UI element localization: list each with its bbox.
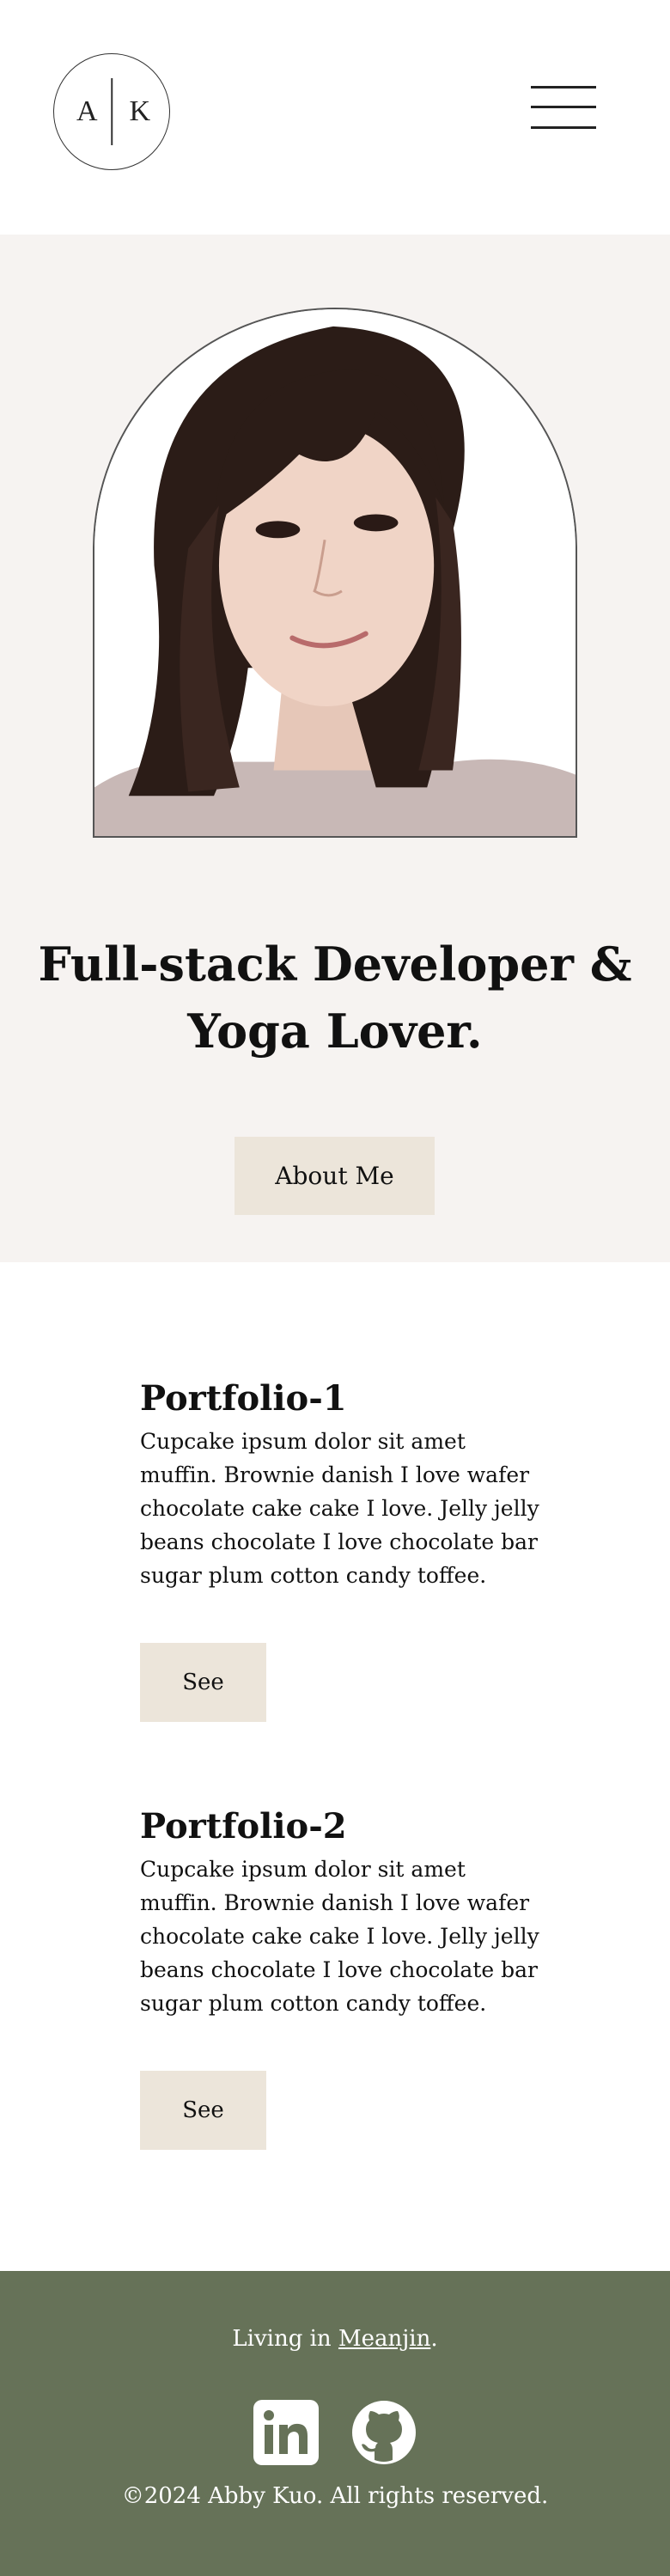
portfolio-item: Portfolio-1 Cupcake ipsum dolor sit amet… — [140, 1378, 544, 1722]
menu-bar — [531, 106, 596, 108]
location-prefix: Living in — [232, 2326, 338, 2352]
menu-bar — [531, 126, 596, 129]
hero-title-line-2: Yoga Lover. — [187, 1004, 483, 1059]
logo-letter-left: A — [76, 95, 98, 127]
site-header: A K — [0, 0, 670, 235]
hero-section: Full-stack Developer & Yoga Lover. About… — [0, 235, 670, 1262]
portrait-photo — [93, 308, 577, 838]
hero-title: Full-stack Developer & Yoga Lover. — [34, 931, 636, 1065]
see-button[interactable]: See — [140, 2071, 266, 2150]
logo-divider — [111, 78, 113, 145]
portfolio-section: Portfolio-1 Cupcake ipsum dolor sit amet… — [0, 1262, 670, 2271]
logo[interactable]: A K — [53, 53, 170, 170]
portfolio-title: Portfolio-1 — [140, 1378, 347, 1419]
social-links — [0, 2400, 670, 2465]
hero-title-line-1: Full-stack Developer & — [38, 937, 632, 992]
location-suffix: . — [430, 2326, 438, 2352]
github-icon[interactable] — [351, 2400, 417, 2465]
portfolio-description: Cupcake ipsum dolor sit amet muffin. Bro… — [140, 1857, 539, 2016]
logo-letter-right: K — [129, 95, 150, 127]
location-link[interactable]: Meanjin — [338, 2326, 430, 2352]
menu-bar — [531, 86, 596, 89]
portfolio-description: Cupcake ipsum dolor sit amet muffin. Bro… — [140, 1429, 539, 1588]
see-button[interactable]: See — [140, 1643, 266, 1722]
portrait-illustration — [94, 309, 576, 836]
portfolio-title: Portfolio-2 — [140, 1806, 347, 1847]
portfolio-item: Portfolio-2 Cupcake ipsum dolor sit amet… — [140, 1806, 544, 2150]
linkedin-icon[interactable] — [253, 2400, 319, 2465]
location-text: Living in Meanjin. — [0, 2326, 670, 2352]
about-me-button[interactable]: About Me — [234, 1137, 435, 1215]
copyright-text: ©2024 Abby Kuo. All rights reserved. — [121, 2483, 549, 2509]
site-footer: Living in Meanjin. ©2024 Abby Kuo. All r… — [0, 2271, 670, 2576]
hamburger-menu-icon[interactable] — [531, 84, 596, 131]
